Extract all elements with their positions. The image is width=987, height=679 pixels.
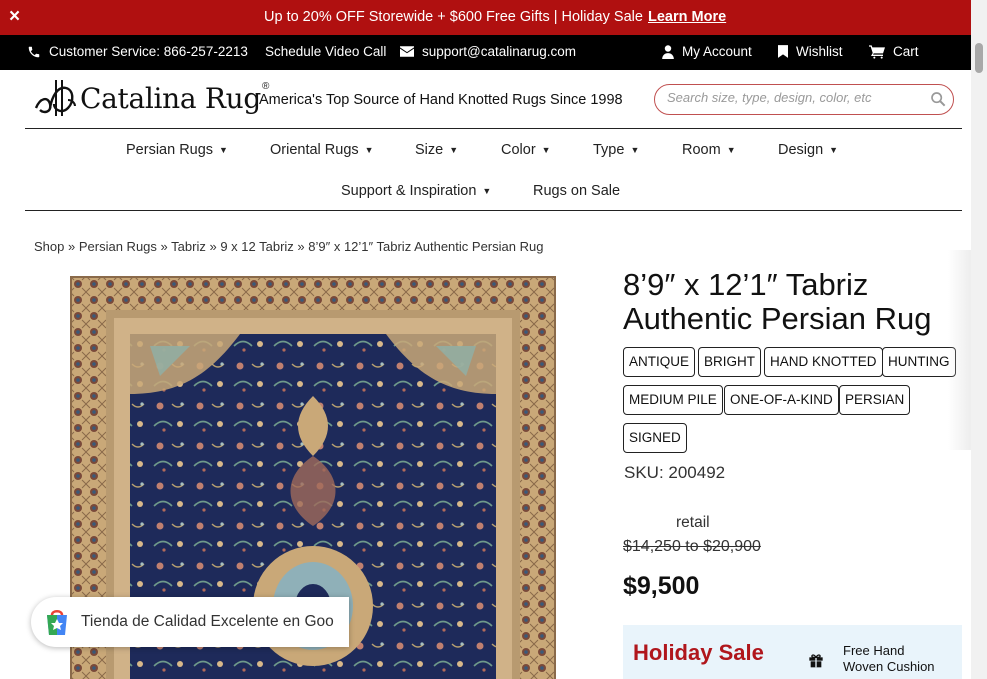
tag-one-of-a-kind[interactable]: ONE-OF-A-KIND (724, 385, 839, 415)
schedule-video-call-link[interactable]: Schedule Video Call (265, 44, 386, 59)
learn-more-link[interactable]: Learn More (648, 9, 726, 25)
tag-hunting[interactable]: HUNTING (882, 347, 956, 377)
google-store-badge[interactable]: Tienda de Calidad Excelente en Goo (31, 597, 349, 647)
site-logo[interactable]: Catalina Rug ® (32, 78, 269, 118)
breadcrumb-tabriz[interactable]: Tabriz (171, 239, 206, 254)
logo-text: Catalina Rug (80, 81, 262, 115)
breadcrumb-separator: » (297, 239, 305, 254)
tag-persian[interactable]: PERSIAN (839, 385, 911, 415)
nav-oriental-rugs[interactable]: Oriental Rugs ▼ (270, 142, 374, 158)
search-icon[interactable] (930, 91, 946, 107)
video-call-text: Schedule Video Call (265, 44, 387, 59)
nav-label: Color (501, 142, 536, 158)
nav-room[interactable]: Room ▼ (682, 142, 736, 158)
scrollbar-thumb[interactable] (975, 43, 983, 73)
cart-text: Cart (893, 44, 919, 59)
tag-hand-knotted[interactable]: HAND KNOTTED (764, 347, 883, 377)
caret-down-icon: ▼ (364, 145, 374, 155)
header-divider (25, 128, 962, 129)
caret-down-icon: ▼ (449, 145, 459, 155)
google-badge-text: Tienda de Calidad Excelente en Goo (81, 613, 334, 630)
caret-down-icon: ▼ (829, 145, 839, 155)
nav-label: Type (593, 142, 625, 158)
caret-down-icon: ▼ (219, 145, 228, 155)
search-box (654, 84, 954, 115)
nav-label: Design (778, 142, 824, 158)
site-tagline: America's Top Source of Hand Knotted Rug… (259, 92, 623, 108)
caret-down-icon: ▼ (726, 145, 736, 155)
user-icon (662, 44, 674, 59)
promo-bar: × Up to 20% OFF Storewide + $600 Free Gi… (0, 0, 971, 35)
nav-design[interactable]: Design ▼ (778, 142, 838, 158)
retail-label: retail (676, 514, 710, 531)
nav-divider (25, 210, 962, 211)
nav-support-inspiration[interactable]: Support & Inspiration ▼ (341, 183, 491, 199)
caret-down-icon: ▼ (630, 145, 640, 155)
breadcrumb-current: 8’9″ x 12’1″ Tabriz Authentic Persian Ru… (308, 239, 544, 254)
nav-persian-rugs[interactable]: Persian Rugs ▼ (126, 142, 228, 158)
nav-label: Size (415, 142, 444, 158)
logo-registered: ® (262, 80, 270, 92)
search-input[interactable] (667, 90, 917, 105)
tag-antique[interactable]: ANTIQUE (623, 347, 696, 377)
breadcrumb-separator: » (209, 239, 217, 254)
caret-down-icon: ▼ (541, 145, 551, 155)
page-scrollbar[interactable] (971, 0, 987, 679)
holiday-sale-box: Holiday Sale Free Hand Woven Cushion (623, 625, 962, 679)
bookmark-icon (778, 45, 788, 58)
nav-label: Support & Inspiration (341, 183, 477, 199)
breadcrumb: Shop » Persian Rugs » Tabriz » 9 x 12 Ta… (34, 239, 543, 254)
phone-icon (28, 46, 40, 57)
free-gift-line1: Free Hand (843, 643, 905, 658)
nav-label: Rugs on Sale (533, 183, 621, 199)
my-account-link[interactable]: My Account (662, 44, 752, 59)
support-email-link[interactable]: support@catalinarug.com (400, 44, 576, 59)
gift-icon (809, 654, 823, 668)
customer-service-text: Customer Service: 866-257-2213 (49, 44, 248, 59)
tag-bright[interactable]: BRIGHT (698, 347, 762, 377)
google-shopping-icon (47, 610, 67, 635)
wishlist-link[interactable]: Wishlist (778, 44, 843, 59)
breadcrumb-shop[interactable]: Shop (34, 239, 64, 254)
product-title: 8’9″ x 12’1″ Tabriz Authentic Persian Ru… (623, 267, 932, 336)
breadcrumb-separator: » (160, 239, 168, 254)
my-account-text: My Account (682, 44, 752, 59)
sale-price: $9,500 (623, 572, 700, 600)
utility-bar: Customer Service: 866-257-2213 Schedule … (0, 35, 971, 70)
cart-link[interactable]: Cart (869, 44, 919, 59)
free-gift-text: Free Hand Woven Cushion (843, 643, 935, 675)
caret-down-icon: ▼ (482, 186, 492, 196)
nav-label: Oriental Rugs (270, 142, 359, 158)
promo-message: Up to 20% OFF Storewide + $600 Free Gift… (264, 9, 643, 25)
nav-size[interactable]: Size ▼ (415, 142, 458, 158)
support-email-text: support@catalinarug.com (422, 44, 577, 59)
nav-rugs-on-sale[interactable]: Rugs on Sale (533, 183, 620, 199)
nav-label: Persian Rugs (126, 142, 214, 158)
free-gift-line2: Woven Cushion (843, 659, 935, 674)
customer-service-link[interactable]: Customer Service: 866-257-2213 (27, 44, 248, 59)
nav-color[interactable]: Color ▼ (501, 142, 551, 158)
envelope-icon (400, 46, 414, 57)
retail-price-range: $14,250 to $20,900 (623, 538, 761, 555)
breadcrumb-9x12-tabriz[interactable]: 9 x 12 Tabriz (220, 239, 293, 254)
cart-icon (869, 44, 885, 59)
breadcrumb-persian-rugs[interactable]: Persian Rugs (79, 239, 157, 254)
wishlist-text: Wishlist (796, 44, 843, 59)
tag-signed[interactable]: SIGNED (623, 423, 687, 453)
nav-type[interactable]: Type ▼ (593, 142, 639, 158)
close-icon[interactable]: × (9, 7, 20, 27)
tag-medium-pile[interactable]: MEDIUM PILE (623, 385, 723, 415)
product-sku: SKU: 200492 (624, 463, 726, 482)
side-panel-shadow (948, 250, 971, 450)
breadcrumb-separator: » (68, 239, 76, 254)
nav-label: Room (682, 142, 721, 158)
holiday-sale-title: Holiday Sale (633, 640, 764, 665)
logo-emblem-icon (34, 80, 76, 116)
